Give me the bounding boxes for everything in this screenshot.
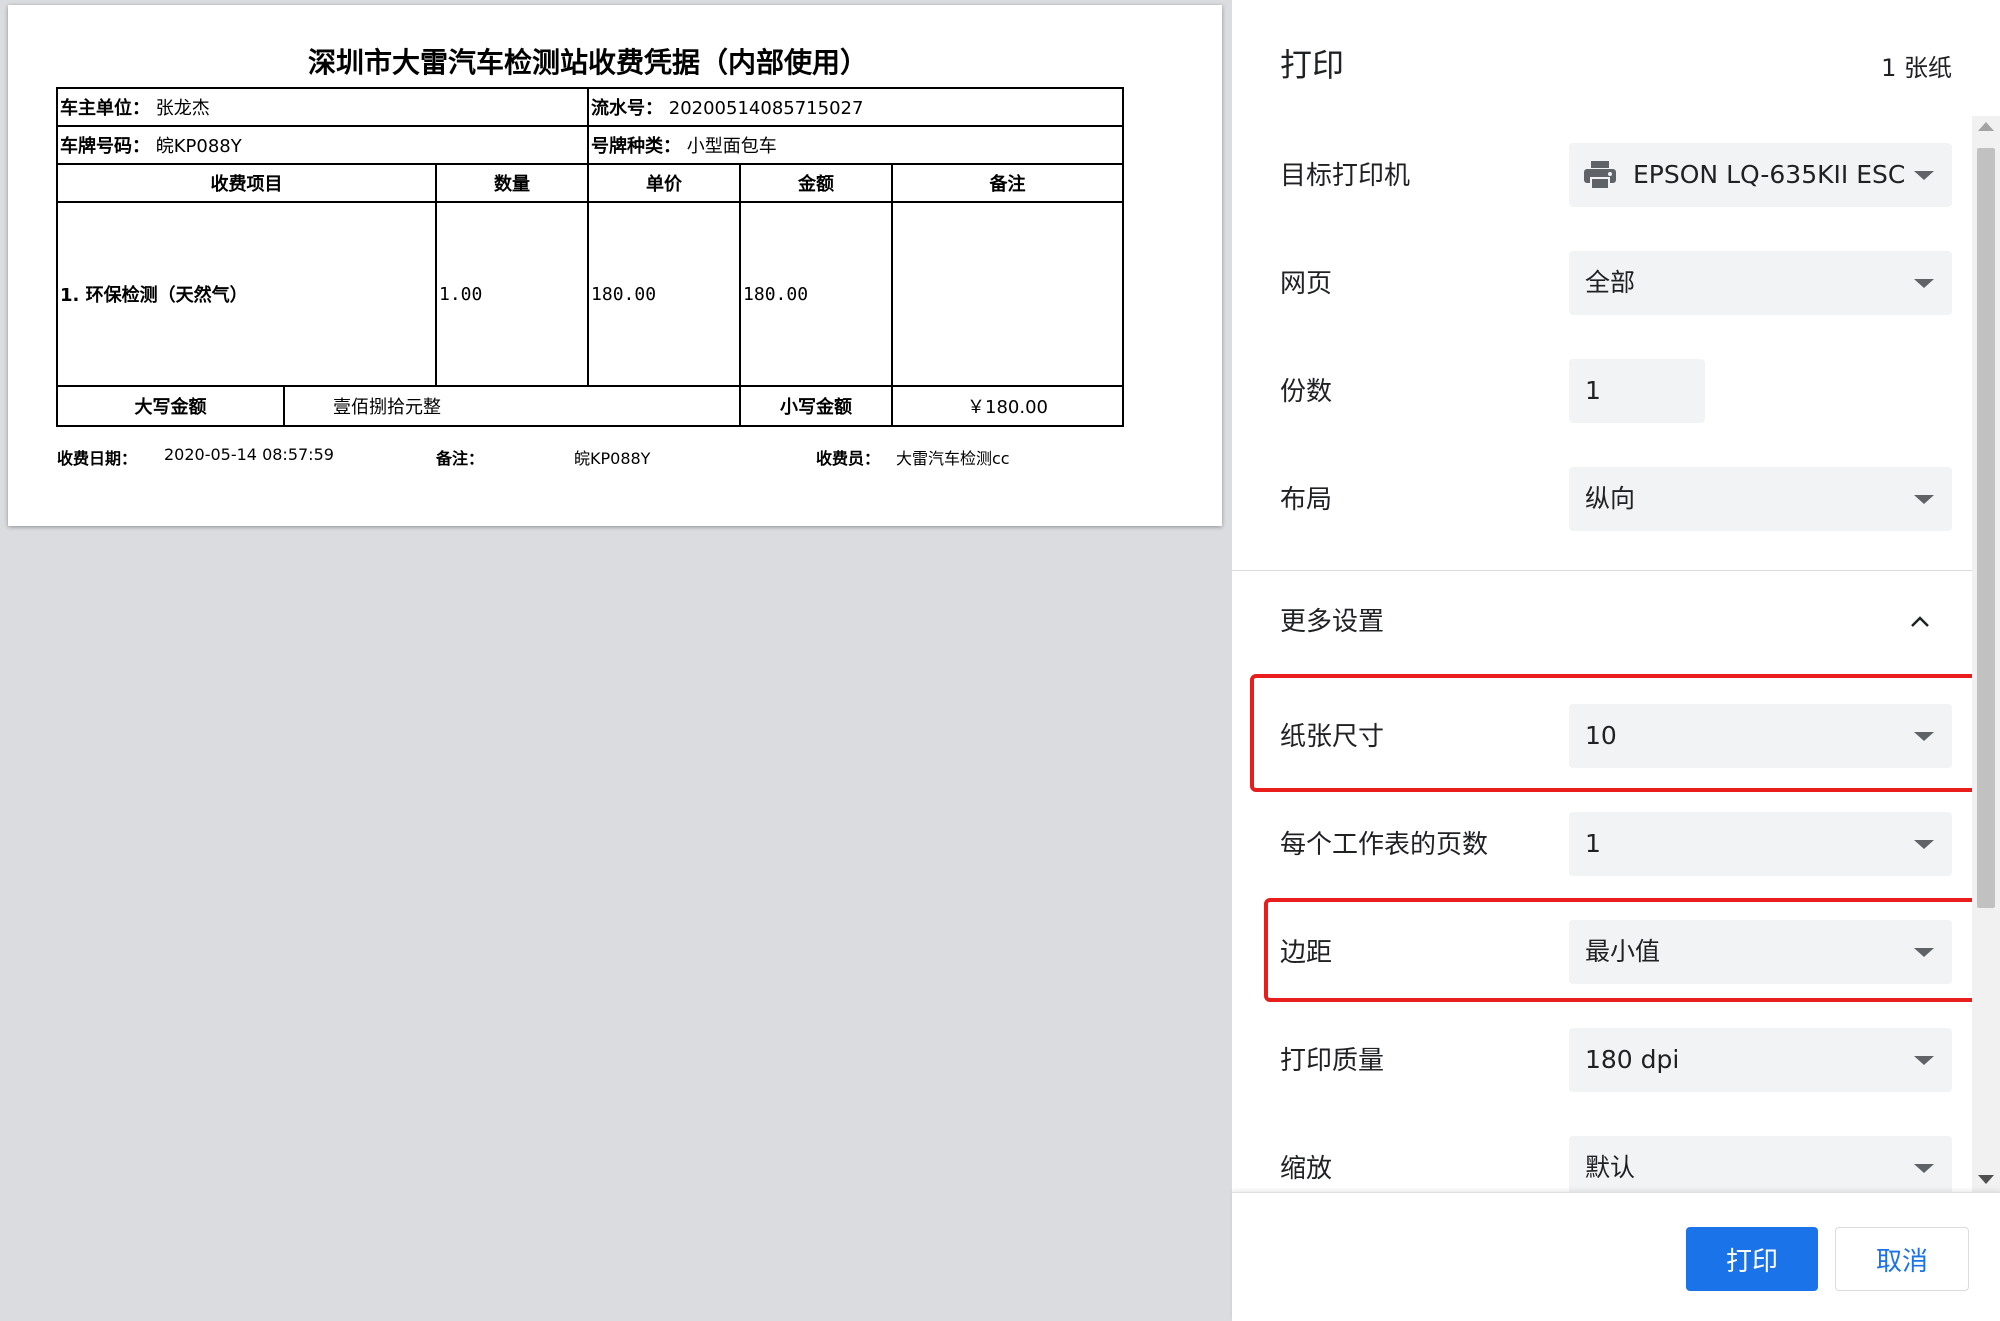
more-settings-label: 更多设置 [1280, 607, 1385, 637]
receipt-header-row: 收费项目 数量 单价 金额 备注 [56, 163, 1125, 203]
printer-icon [1584, 161, 1616, 190]
scale-value: 默认 [1585, 1153, 1636, 1182]
copies-label: 份数 [1280, 377, 1333, 407]
caret-down-icon [1914, 948, 1934, 957]
copies-value: 1 [1585, 376, 1601, 405]
dialog-title: 打印 [1280, 46, 1345, 84]
column-header: 单价 [587, 163, 742, 203]
receipt-footer: 收费日期： 2020-05-14 08:57:59 备注： 皖KP088Y 收费… [8, 445, 1222, 469]
pages-per-sheet-label: 每个工作表的页数 [1280, 830, 1489, 860]
column-header: 收费项目 [56, 163, 437, 203]
receipt-item-row: 1. 环保检测（天然气） 1.00 180.00 180.00 [56, 201, 1125, 387]
caret-down-icon [1914, 279, 1934, 288]
date-label: 收费日期： [57, 449, 138, 468]
margins-label: 边距 [1280, 938, 1333, 968]
copies-setting: 份数 1 [1232, 359, 1972, 425]
pages-label: 网页 [1280, 269, 1333, 299]
cashier-value: 大雷汽车检测cc [896, 449, 1010, 468]
date-value: 2020-05-14 08:57:59 [164, 445, 334, 464]
destination-setting: 目标打印机 EPSON LQ-635KII ESC [1232, 143, 1972, 209]
paper-size-label: 纸张尺寸 [1280, 722, 1385, 752]
quality-value: 180 dpi [1585, 1045, 1680, 1074]
column-header: 备注 [891, 163, 1125, 203]
quality-select[interactable]: 180 dpi [1569, 1028, 1952, 1092]
paper-size-select[interactable]: 10 [1569, 704, 1952, 768]
cancel-button[interactable]: 取消 [1835, 1227, 1969, 1291]
pages-select[interactable]: 全部 [1569, 251, 1952, 315]
plate-value: 皖KP088Y [155, 136, 242, 157]
plate-cell: 车牌号码： 皖KP088Y [55, 125, 590, 165]
caret-down-icon [1914, 171, 1934, 180]
plate-type-value: 小型面包车 [686, 136, 777, 157]
pages-per-sheet-select[interactable]: 1 [1569, 812, 1952, 876]
receipt-table: 车主单位： 张龙杰 流水号： 20200514085715027 车牌号码： 皖… [55, 87, 1125, 427]
pages-value: 全部 [1585, 268, 1636, 297]
total-upper-value: 壹佰捌拾元整 [282, 385, 742, 427]
panel-footer: 打印 取消 [1232, 1192, 2000, 1321]
destination-select[interactable]: EPSON LQ-635KII ESC [1569, 143, 1952, 207]
pages-setting: 网页 全部 [1232, 251, 1972, 317]
paper-size-value: 10 [1585, 721, 1617, 750]
receipt-total-row: 大写金额 壹佰捌拾元整 小写金额 ￥180.00 [56, 385, 1125, 427]
receipt-title: 深圳市大雷汽车检测站收费凭据（内部使用） [307, 46, 868, 79]
item-note [891, 201, 1125, 387]
footer-note-label: 备注： [436, 449, 485, 468]
preview-page: 深圳市大雷汽车检测站收费凭据（内部使用） 车主单位： 张龙杰 流水号： 2020… [8, 5, 1222, 526]
copies-input[interactable]: 1 [1569, 359, 1705, 423]
plate-type-cell: 号牌种类： 小型面包车 [587, 125, 1125, 165]
caret-down-icon [1914, 732, 1934, 741]
pages-per-sheet-setting: 每个工作表的页数 1 [1232, 812, 1972, 878]
total-upper-label: 大写金额 [56, 385, 285, 427]
paper-size-setting: 纸张尺寸 10 [1232, 704, 1972, 770]
quality-label: 打印质量 [1280, 1046, 1385, 1076]
receipt-plate-row: 车牌号码： 皖KP088Y 号牌种类： 小型面包车 [55, 125, 1125, 165]
caret-down-icon [1914, 495, 1934, 504]
destination-label: 目标打印机 [1280, 161, 1411, 191]
caret-down-icon [1914, 1056, 1934, 1065]
item-qty: 1.00 [434, 201, 590, 387]
panel-scrollbar[interactable] [1972, 116, 2000, 1194]
column-header: 金额 [739, 163, 894, 203]
owner-value: 张龙杰 [155, 98, 210, 119]
scale-select[interactable]: 默认 [1569, 1136, 1952, 1200]
scroll-down-arrow[interactable] [1978, 1175, 1994, 1184]
total-lower-value: ￥180.00 [891, 385, 1125, 427]
section-divider [1232, 570, 1972, 571]
item-unit-price: 180.00 [587, 201, 742, 387]
plate-type-label: 号牌种类： [591, 136, 682, 157]
print-preview-area: 深圳市大雷汽车检测站收费凭据（内部使用） 车主单位： 张龙杰 流水号： 2020… [0, 0, 1230, 1320]
item-amount: 180.00 [739, 201, 894, 387]
column-header: 数量 [434, 163, 590, 203]
chevron-up-icon [1911, 616, 1929, 627]
margins-setting: 边距 最小值 [1232, 920, 1972, 986]
receipt-owner-row: 车主单位： 张龙杰 流水号： 20200514085715027 [55, 87, 1125, 127]
pages-per-sheet-value: 1 [1585, 829, 1601, 858]
layout-setting: 布局 纵向 [1232, 467, 1972, 533]
destination-value: EPSON LQ-635KII ESC [1633, 160, 1906, 189]
serial-label: 流水号： [591, 98, 664, 119]
caret-down-icon [1914, 1164, 1934, 1173]
owner-label: 车主单位： [60, 98, 150, 119]
footer-note-value: 皖KP088Y [574, 449, 651, 468]
print-button[interactable]: 打印 [1686, 1227, 1818, 1291]
margins-value: 最小值 [1585, 937, 1661, 966]
sheet-count: 1 张纸 [1881, 54, 1952, 82]
serial-cell: 流水号： 20200514085715027 [587, 87, 1125, 127]
layout-select[interactable]: 纵向 [1569, 467, 1952, 531]
layout-value: 纵向 [1585, 484, 1636, 513]
owner-cell: 车主单位： 张龙杰 [55, 87, 590, 127]
margins-select[interactable]: 最小值 [1569, 920, 1952, 984]
layout-label: 布局 [1280, 485, 1333, 515]
print-settings-panel: 打印 1 张纸 目标打印机 EPSON LQ-635KII ESC 网页 全部 … [1232, 0, 2000, 1321]
scroll-thumb[interactable] [1977, 148, 1995, 908]
cashier-label: 收费员： [816, 449, 881, 468]
quality-setting: 打印质量 180 dpi [1232, 1028, 1972, 1094]
total-lower-label: 小写金额 [739, 385, 894, 427]
serial-value: 20200514085715027 [668, 98, 864, 119]
plate-label: 车牌号码： [60, 136, 150, 157]
item-name: 1. 环保检测（天然气） [56, 201, 437, 387]
scroll-up-arrow[interactable] [1978, 122, 1994, 131]
caret-down-icon [1914, 840, 1934, 849]
more-settings-toggle[interactable]: 更多设置 [1232, 590, 1972, 654]
